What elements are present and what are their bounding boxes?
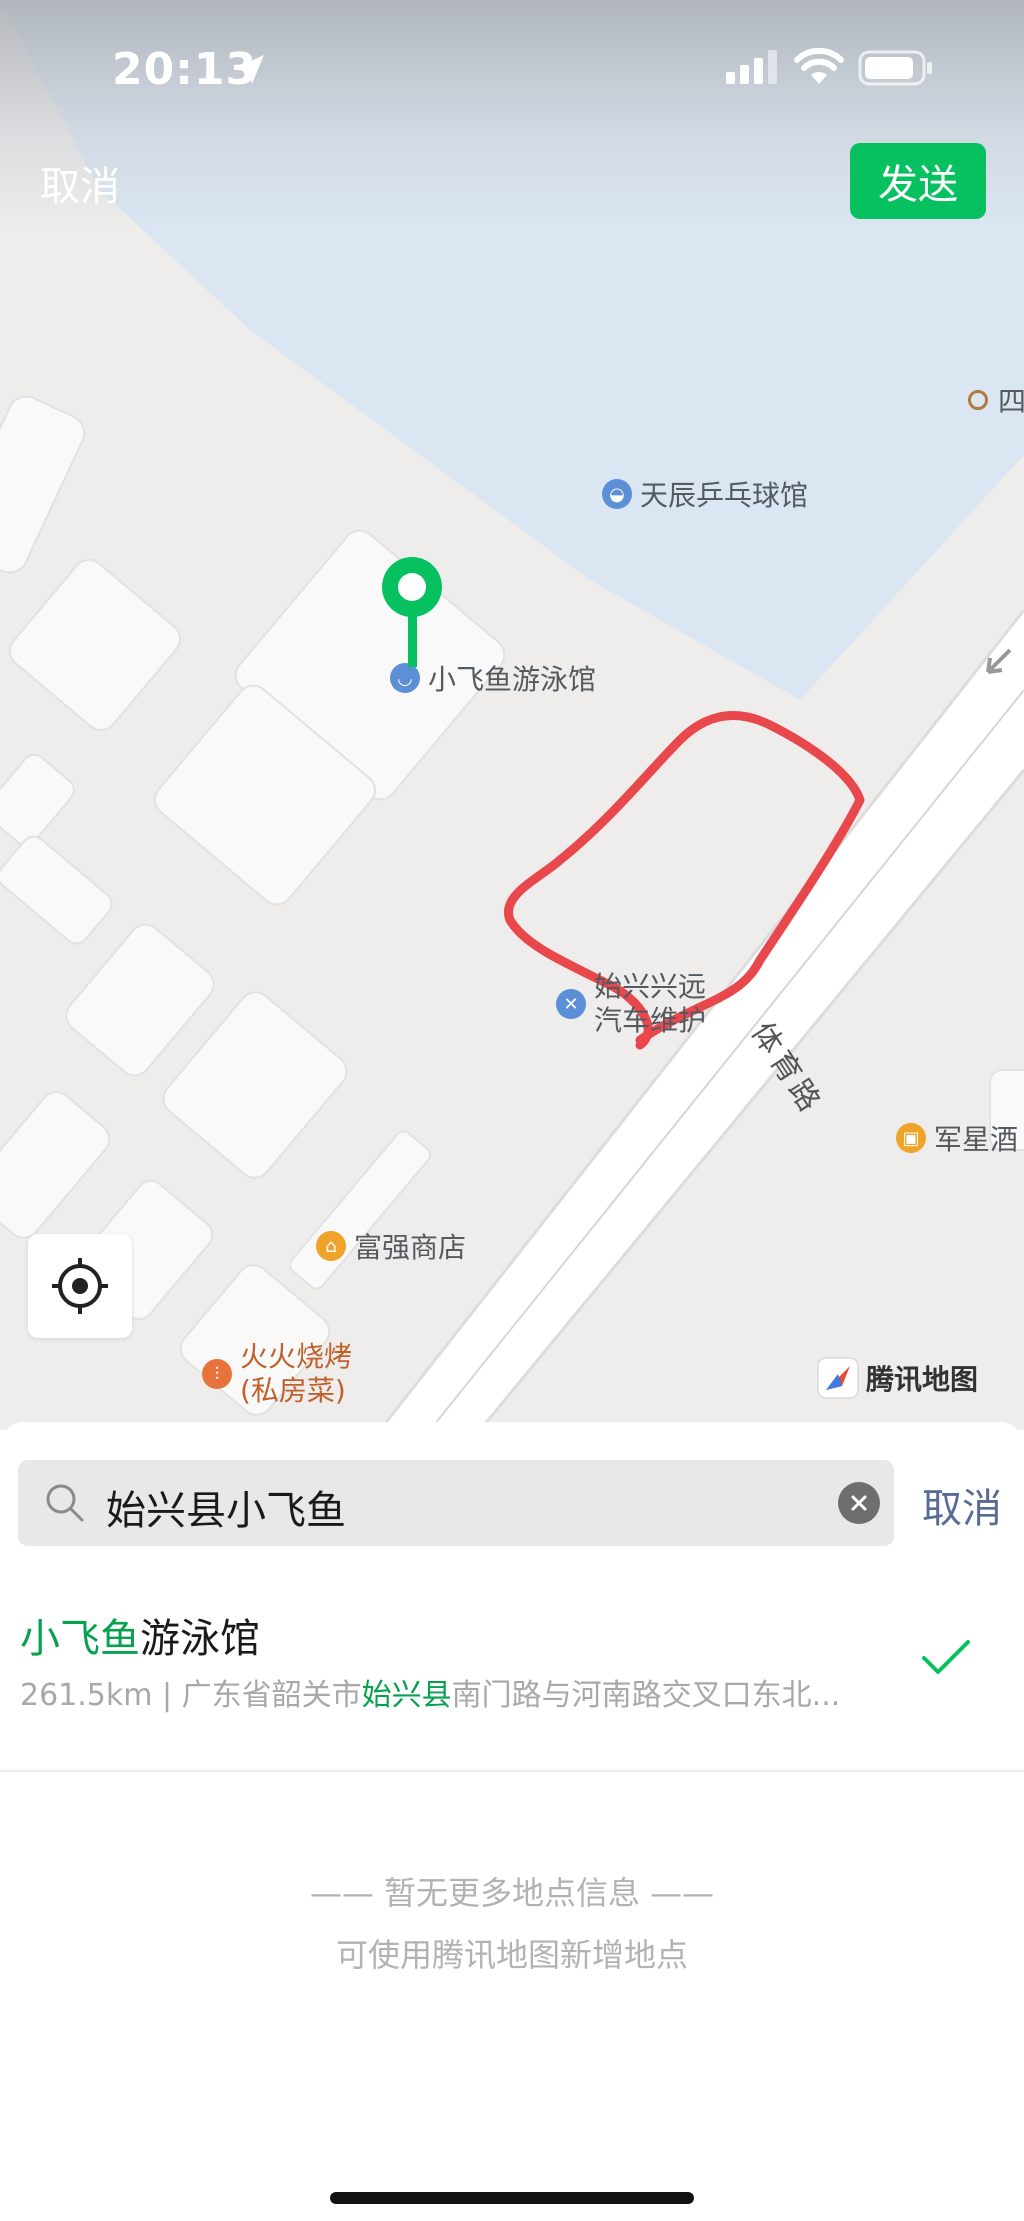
empty-state-hint[interactable]: 可使用腾讯地图新增地点 bbox=[0, 1930, 1024, 1976]
repair-icon: ✕ bbox=[556, 989, 586, 1019]
divider bbox=[0, 1770, 1024, 1772]
poi-huohuo-line2: (私房菜) bbox=[240, 1374, 346, 1407]
send-button[interactable]: 发送 bbox=[850, 143, 986, 219]
poi-edge-label: 四 bbox=[998, 385, 1024, 418]
tencent-maps-label: 腾讯地图 bbox=[866, 1363, 979, 1396]
result-address-rest: 南门路与河南路交叉口东北... bbox=[451, 1678, 841, 1713]
locate-me-button[interactable] bbox=[28, 1234, 132, 1338]
checkmark-icon bbox=[922, 1640, 970, 1674]
poi-fuqiang[interactable]: ⌂ 富强商店 bbox=[316, 1226, 466, 1266]
list-item[interactable]: 小飞鱼游泳馆 261.5km | 广东省韶关市始兴县南门路与河南路交叉口东北..… bbox=[0, 1598, 1024, 1748]
search-icon bbox=[46, 1484, 84, 1522]
result-title-rest: 游泳馆 bbox=[140, 1616, 260, 1662]
tencent-maps-icon bbox=[817, 1357, 859, 1399]
poi-huohuo[interactable]: ⫶ 火火烧烤 (私房菜) bbox=[202, 1340, 352, 1408]
clear-icon bbox=[851, 1495, 867, 1511]
crosshair-icon bbox=[52, 1258, 108, 1314]
home-indicator bbox=[330, 2192, 694, 2204]
empty-state-title: —— 暂无更多地点信息 —— bbox=[309, 1874, 715, 1912]
map-view[interactable]: 四 ◒ 天辰乒乓球馆 ◡ 小飞鱼游泳馆 ✕ 始兴兴远 汽车维护 ▣ 军星酒 ⌂ … bbox=[0, 0, 1024, 1430]
cancel-button[interactable]: 取消 bbox=[40, 154, 120, 212]
poi-junxing-label: 军星酒 bbox=[934, 1123, 1019, 1156]
clear-search-button[interactable] bbox=[838, 1482, 880, 1524]
location-pin-icon bbox=[382, 557, 442, 667]
sports-icon: ◒ bbox=[602, 479, 632, 509]
poi-shixing-line1: 始兴兴远 bbox=[594, 970, 707, 1003]
shop-icon: ⌂ bbox=[316, 1231, 346, 1261]
cellular-signal-icon bbox=[726, 50, 777, 84]
poi-junxing[interactable]: ▣ 军星酒 bbox=[896, 1118, 1018, 1158]
search-input[interactable]: 始兴县小飞鱼 bbox=[18, 1460, 894, 1546]
search-cancel-button[interactable]: 取消 bbox=[922, 1476, 1002, 1534]
tencent-maps-logo: 腾讯地图 bbox=[816, 1356, 978, 1400]
status-bar: 20:13 bbox=[0, 0, 1024, 140]
poi-shixing[interactable]: ✕ 始兴兴远 汽车维护 bbox=[556, 970, 706, 1038]
poi-xiaofeiyu-label: 小飞鱼游泳馆 bbox=[428, 663, 597, 696]
result-title-highlight: 小飞鱼 bbox=[20, 1616, 140, 1662]
wifi-icon bbox=[794, 48, 844, 84]
result-address-prefix: 261.5km | 广东省韶关市 bbox=[20, 1678, 362, 1713]
battery-icon bbox=[858, 50, 932, 86]
poi-tiancheng-label: 天辰乒乓球馆 bbox=[640, 479, 809, 512]
poi-tiancheng[interactable]: ◒ 天辰乒乓球馆 bbox=[602, 474, 808, 514]
poi-dot-icon bbox=[968, 390, 988, 410]
search-value: 始兴县小飞鱼 bbox=[106, 1488, 346, 1534]
result-address-highlight: 始兴县 bbox=[361, 1678, 452, 1713]
location-arrow-icon bbox=[236, 55, 264, 84]
result-address: 261.5km | 广东省韶关市始兴县南门路与河南路交叉口东北... bbox=[20, 1670, 920, 1714]
poi-huohuo-line1: 火火烧烤 bbox=[240, 1340, 353, 1373]
search-sheet: 始兴县小飞鱼 取消 小飞鱼游泳馆 261.5km | 广东省韶关市始兴县南门路与… bbox=[0, 1422, 1024, 2221]
restaurant-icon: ⫶ bbox=[202, 1359, 232, 1389]
poi-edge[interactable]: 四 bbox=[968, 380, 1024, 420]
poi-shixing-line2: 汽车维护 bbox=[594, 1004, 707, 1037]
result-title: 小飞鱼游泳馆 bbox=[20, 1606, 260, 1664]
hotel-icon: ▣ bbox=[896, 1123, 926, 1153]
poi-fuqiang-label: 富强商店 bbox=[354, 1231, 467, 1264]
